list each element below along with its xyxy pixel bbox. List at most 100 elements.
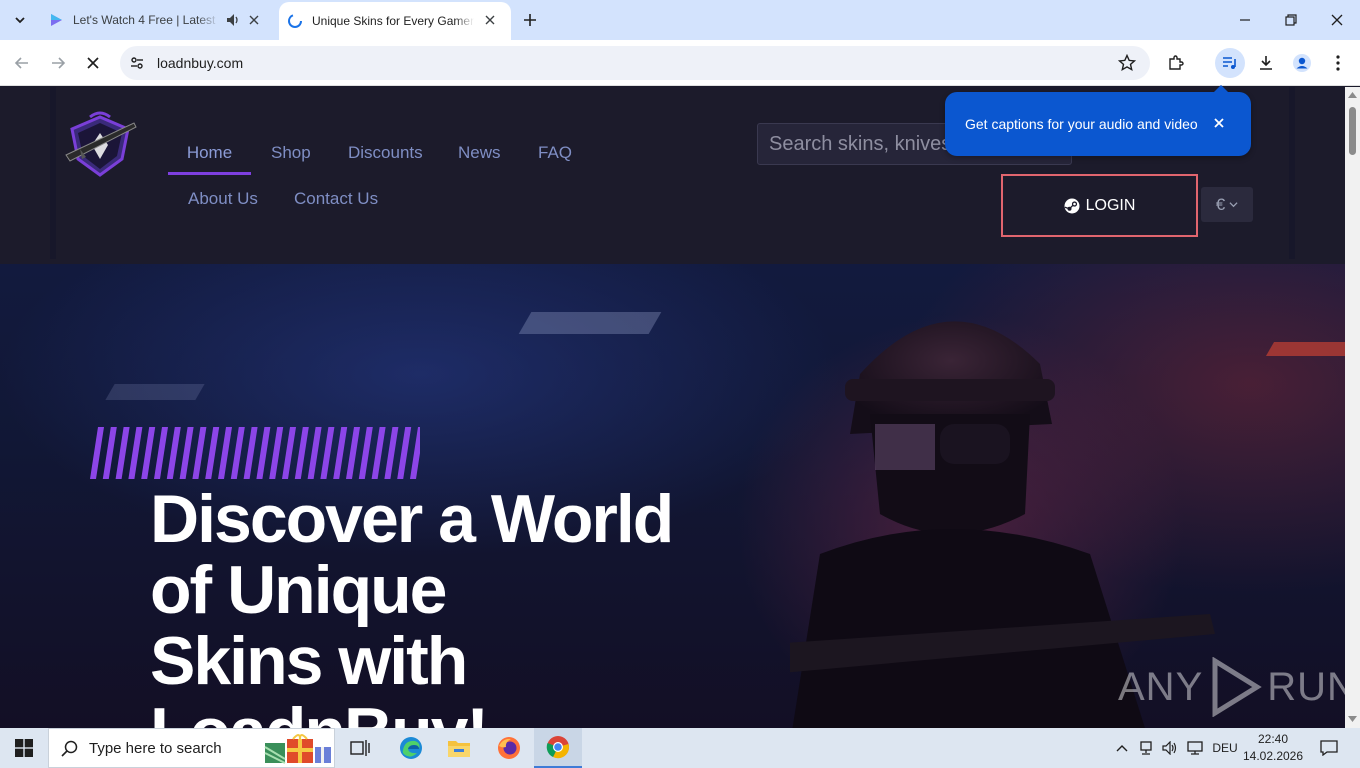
taskbar-search-box[interactable]: Type here to search [48, 728, 335, 768]
caption-promo-text: Get captions for your audio and video [965, 116, 1198, 132]
browser-toolbar: loadnbuy.com [0, 40, 1360, 86]
accent-stripe [346, 427, 360, 479]
windows-logo-icon [15, 739, 33, 757]
stop-loading-button[interactable] [78, 48, 108, 78]
network-tray-button[interactable] [1136, 728, 1156, 768]
notifications-button[interactable] [1314, 728, 1344, 768]
restore-button[interactable] [1268, 0, 1314, 40]
login-button[interactable]: LOGIN [1001, 174, 1198, 237]
accent-stripe [154, 427, 168, 479]
music-queue-icon [1223, 57, 1236, 69]
tab-loadnbuy[interactable]: Unique Skins for Every Gamer | LoadnBuy [279, 2, 511, 40]
ceiling-light-decoration [518, 312, 662, 334]
search-icon [61, 740, 78, 757]
display-tray-button[interactable] [1184, 728, 1206, 768]
chrome-menu-button[interactable] [1323, 48, 1353, 78]
arrow-left-icon [14, 57, 28, 69]
watermark-text-right: RUN [1267, 664, 1345, 709]
chevron-up-icon [1116, 745, 1128, 752]
accent-stripe [320, 427, 335, 479]
taskbar-clock[interactable]: 22:40 14.02.2026 [1240, 731, 1306, 765]
back-button[interactable] [7, 48, 37, 78]
accent-stripe [333, 427, 348, 479]
edge-taskbar-button[interactable] [387, 728, 435, 768]
scroll-up-arrow-icon[interactable] [1348, 91, 1357, 99]
speaker-icon [227, 14, 238, 26]
profile-button[interactable] [1287, 48, 1317, 78]
accent-stripe [282, 427, 296, 479]
nav-about-us[interactable]: About Us [188, 189, 258, 209]
nav-contact-us[interactable]: Contact Us [294, 189, 378, 209]
play-logo-icon [1212, 657, 1262, 717]
accent-stripes-decoration [90, 427, 420, 479]
accent-stripe [141, 427, 156, 479]
nav-shop[interactable]: Shop [271, 143, 311, 163]
ceiling-light-decoration [1265, 342, 1345, 356]
tab-title: Unique Skins for Every Gamer | LoadnBuy [312, 14, 474, 28]
downloads-button[interactable] [1251, 48, 1281, 78]
accent-stripe [115, 427, 130, 479]
steam-icon [1064, 198, 1080, 213]
anyrun-watermark: ANY RUN [1118, 657, 1345, 717]
file-explorer-taskbar-button[interactable] [435, 728, 483, 768]
show-hidden-icons-button[interactable] [1112, 728, 1132, 768]
puzzle-icon [1169, 55, 1184, 70]
accent-stripe [371, 427, 386, 479]
taskbar-search-placeholder: Type here to search [89, 739, 222, 757]
scrollbar-thumb[interactable] [1349, 107, 1356, 155]
forward-button[interactable] [43, 48, 73, 78]
nav-home[interactable]: Home [168, 143, 251, 175]
tab-search-button[interactable] [8, 8, 32, 32]
close-icon[interactable] [1211, 115, 1227, 131]
tab-close-button[interactable] [483, 13, 497, 27]
chrome-taskbar-button[interactable] [534, 728, 582, 768]
accent-stripe [243, 427, 258, 479]
minimize-icon [1240, 19, 1250, 21]
nav-news[interactable]: News [458, 143, 501, 163]
bookmark-star-icon[interactable] [1118, 54, 1136, 72]
tab-lets-watch[interactable]: Let's Watch 4 Free | Latest Movies [40, 0, 275, 40]
nav-faq[interactable]: FAQ [538, 143, 572, 163]
avatar-icon [1293, 54, 1311, 72]
plus-icon [524, 14, 536, 26]
accent-stripe [166, 427, 181, 479]
download-icon [1260, 56, 1272, 70]
arrow-right-icon [52, 57, 66, 69]
folder-icon [448, 741, 470, 757]
nav-discounts[interactable]: Discounts [348, 143, 423, 163]
extensions-button[interactable] [1161, 48, 1191, 78]
more-vertical-icon [1336, 55, 1340, 71]
minimize-button[interactable] [1222, 0, 1268, 40]
accent-stripe [179, 427, 194, 479]
scroll-down-arrow-icon[interactable] [1348, 715, 1357, 723]
tab-strip: Let's Watch 4 Free | Latest Movies Uniqu… [0, 0, 1360, 40]
accent-stripe [128, 427, 143, 479]
notification-icon [1320, 740, 1338, 756]
chevron-down-icon [1229, 202, 1238, 208]
edge-icon [400, 737, 422, 759]
firefox-icon [498, 737, 520, 759]
watermark-text-left: ANY [1118, 664, 1204, 709]
firefox-taskbar-button[interactable] [485, 728, 533, 768]
accent-stripe [410, 427, 420, 479]
page-viewport: Home Shop Discounts News FAQ About Us Co… [0, 87, 1345, 728]
close-window-button[interactable] [1314, 0, 1360, 40]
task-view-button[interactable] [336, 728, 384, 768]
address-bar[interactable]: loadnbuy.com [120, 46, 1150, 80]
currency-selector[interactable]: € [1201, 187, 1253, 222]
accent-stripe [384, 427, 399, 479]
close-icon [249, 15, 259, 25]
start-button[interactable] [0, 728, 48, 768]
new-tab-button[interactable] [518, 8, 542, 32]
site-logo[interactable] [60, 109, 140, 181]
live-caption-button[interactable] [1215, 48, 1245, 78]
input-language-indicator[interactable]: DEU [1208, 728, 1242, 768]
clock-time: 22:40 [1257, 732, 1289, 746]
tab-close-button[interactable] [247, 13, 261, 27]
gift-boxes-icon [264, 734, 331, 764]
ceiling-light-decoration [105, 384, 205, 400]
hero-headline: Discover a World of Unique Skins with Lo… [150, 484, 790, 729]
volume-tray-button[interactable] [1160, 728, 1180, 768]
page-scrollbar[interactable] [1345, 87, 1360, 728]
close-icon [87, 57, 99, 69]
